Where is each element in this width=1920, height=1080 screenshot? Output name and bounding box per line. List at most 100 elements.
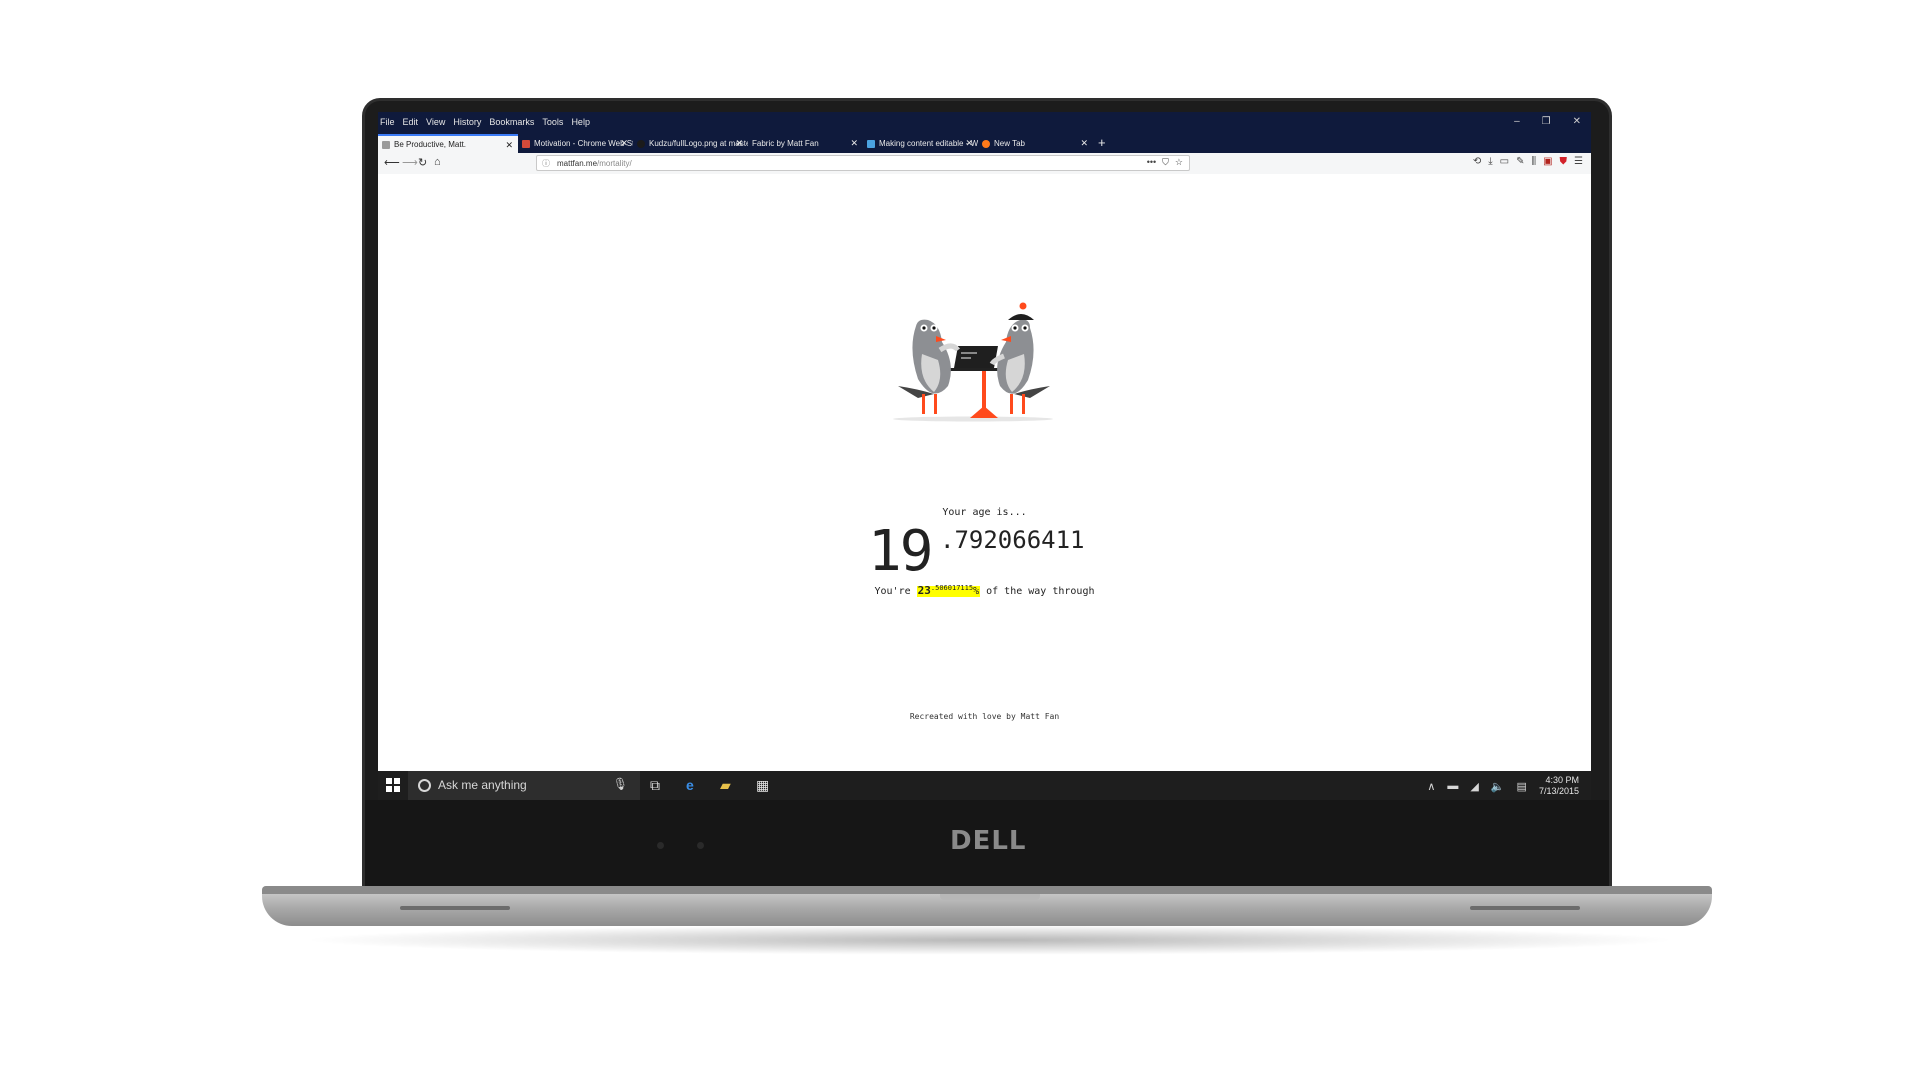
file-explorer-icon[interactable]: ▰ <box>720 777 731 794</box>
age-label: Your age is... <box>942 507 1027 518</box>
url-path: /mortality/ <box>597 159 632 168</box>
reload-icon[interactable]: ↻ <box>418 156 427 169</box>
tab-fabric[interactable]: Fabric by Matt Fan ✕ <box>748 134 863 153</box>
library-icon[interactable]: ⫼ <box>1531 156 1536 167</box>
wrench-icon[interactable]: ✎ <box>1516 156 1524 167</box>
window-controls: – ❐ ✕ <box>1514 116 1581 127</box>
task-view-icon[interactable]: ⧉ <box>650 777 660 794</box>
tab-be-productive[interactable]: Be Productive, Matt. ✕ <box>378 134 518 153</box>
volume-icon[interactable]: 🔈 <box>1491 780 1505 793</box>
menu-item-history[interactable]: History <box>453 117 481 127</box>
site-info-icon[interactable]: ⓘ <box>542 158 550 169</box>
close-tab-icon[interactable]: ✕ <box>735 138 743 149</box>
tab-kudzu[interactable]: Kudzu/fullLogo.png at master ✕ <box>633 134 748 153</box>
minimize-button[interactable]: – <box>1514 116 1520 127</box>
bookmark-star-icon[interactable]: ☆ <box>1175 157 1183 168</box>
tab-title: Be Productive, Matt. <box>394 140 467 149</box>
url-text[interactable]: mattfan.me/mortality/ <box>557 159 632 168</box>
laptop-lid-notch <box>940 894 1040 900</box>
browser-title-bar: File Edit View History Bookmarks Tools H… <box>378 112 1591 132</box>
pct-highlight: 23.506017115% <box>916 584 981 597</box>
tab-title: New Tab <box>994 139 1025 148</box>
life-progress-text: You're 23.506017115% of the way through <box>378 584 1591 597</box>
battery-icon[interactable]: ▬ <box>1447 780 1458 792</box>
cortana-search-box[interactable]: Ask me anything 🎙 <box>408 771 640 800</box>
url-domain: mattfan.me <box>557 159 598 168</box>
pct-symbol: % <box>973 586 980 597</box>
page-icon <box>382 140 390 149</box>
download-icon[interactable]: ⤓ <box>1488 156 1492 167</box>
age-display: 19 .792066411 <box>868 522 1108 582</box>
navigation-toolbar: ⟵ ⟶ ↻ ⌂ ⓘ mattfan.me/mortality/ ••• ⛉ ☆ … <box>378 153 1591 175</box>
shield-extension-icon[interactable]: ⛊ <box>1560 156 1568 167</box>
store-icon[interactable]: ▦ <box>756 777 769 794</box>
mdn-icon <box>867 139 875 148</box>
menu-item-bookmarks[interactable]: Bookmarks <box>489 117 534 127</box>
new-tab-button[interactable]: + <box>1098 135 1106 150</box>
system-tray: ∧ ▬ ◢ 🔈 ▤ 4:30 PM 7/13/2015 <box>1427 775 1579 797</box>
pocket-icon[interactable]: ⛉ <box>1162 157 1169 168</box>
menu-item-edit[interactable]: Edit <box>403 117 419 127</box>
dell-logo: DELL <box>950 826 1027 856</box>
menu-item-tools[interactable]: Tools <box>542 117 563 127</box>
tab-strip: Be Productive, Matt. ✕ Motivation - Chro… <box>378 132 1591 153</box>
pdf-extension-icon[interactable]: ▣ <box>1543 156 1552 167</box>
show-hidden-icons-icon[interactable]: ∧ <box>1427 780 1435 793</box>
pct-prefix: You're <box>874 586 911 597</box>
tab-title: Fabric by Matt Fan <box>752 139 819 148</box>
restore-button[interactable]: ❐ <box>1542 116 1551 127</box>
laptop-shadow <box>300 925 1680 955</box>
menu-item-help[interactable]: Help <box>571 117 590 127</box>
tab-making-content-editable[interactable]: Making content editable - Wel ✕ <box>863 134 978 153</box>
chrome-web-store-icon <box>522 139 530 148</box>
cortana-icon <box>418 779 431 792</box>
tab-new-tab[interactable]: New Tab ✕ <box>978 134 1093 153</box>
wifi-icon[interactable]: ◢ <box>1470 780 1478 793</box>
pct-suffix: of the way through <box>986 586 1095 597</box>
search-placeholder: Ask me anything <box>438 778 527 792</box>
close-tab-icon[interactable]: ✕ <box>1080 138 1088 149</box>
close-tab-icon[interactable]: ✕ <box>850 138 858 149</box>
clock-date: 7/13/2015 <box>1538 786 1579 796</box>
laptop-hinge <box>262 886 1712 894</box>
sensor-dot <box>657 842 664 849</box>
tab-title: Making content editable - Wel <box>879 139 978 148</box>
menu-item-file[interactable]: File <box>380 117 395 127</box>
toolbar-icons: ⟲ ⤓ ▭ ✎ ⫼ ▣ ⛊ ☰ <box>1473 156 1583 167</box>
microphone-icon[interactable]: 🎙 <box>613 777 628 791</box>
footer-credit: Recreated with love by Matt Fan <box>909 712 1060 721</box>
pct-integer: 23 <box>917 584 931 597</box>
speaker-grille <box>400 906 510 910</box>
sidebar-icon[interactable]: ▭ <box>1500 156 1509 167</box>
history-icon[interactable]: ⟲ <box>1473 156 1481 167</box>
windows-start-icon[interactable] <box>386 778 400 792</box>
close-tab-icon[interactable]: ✕ <box>620 138 628 149</box>
menu-bar: File Edit View History Bookmarks Tools H… <box>380 117 590 127</box>
hamburger-menu-icon[interactable]: ☰ <box>1574 156 1583 167</box>
clock-time: 4:30 PM <box>1545 775 1579 785</box>
menu-item-view[interactable]: View <box>426 117 445 127</box>
page-actions-icon[interactable]: ••• <box>1147 157 1156 168</box>
page-content: Your age is... 19 .792066411 You're 23.5… <box>378 174 1591 771</box>
close-tab-icon[interactable]: ✕ <box>505 140 513 151</box>
address-bar-actions: ••• ⛉ ☆ <box>1147 157 1183 168</box>
address-bar[interactable]: ⓘ mattfan.me/mortality/ ••• ⛉ ☆ <box>536 155 1190 171</box>
action-center-icon[interactable]: ▤ <box>1517 780 1527 793</box>
close-tab-icon[interactable]: ✕ <box>965 138 973 149</box>
firefox-icon <box>982 139 990 148</box>
tab-title: Motivation - Chrome Web Sto <box>534 139 633 148</box>
home-icon[interactable]: ⌂ <box>434 156 441 168</box>
clock[interactable]: 4:30 PM 7/13/2015 <box>1539 775 1579 797</box>
age-decimal: .792066411 <box>940 526 1085 554</box>
age-integer: 19 <box>868 519 933 584</box>
screen: File Edit View History Bookmarks Tools H… <box>378 112 1591 800</box>
github-icon <box>637 139 645 148</box>
pigeons-illustration <box>893 302 1053 422</box>
back-arrow-icon[interactable]: ⟵ <box>384 156 400 169</box>
close-window-button[interactable]: ✕ <box>1573 116 1581 127</box>
tab-title: Kudzu/fullLogo.png at master <box>649 139 748 148</box>
tab-motivation[interactable]: Motivation - Chrome Web Sto ✕ <box>518 134 633 153</box>
forward-arrow-icon[interactable]: ⟶ <box>402 156 418 169</box>
edge-icon[interactable]: e <box>686 777 694 793</box>
pct-decimal: .506017115 <box>930 584 974 592</box>
